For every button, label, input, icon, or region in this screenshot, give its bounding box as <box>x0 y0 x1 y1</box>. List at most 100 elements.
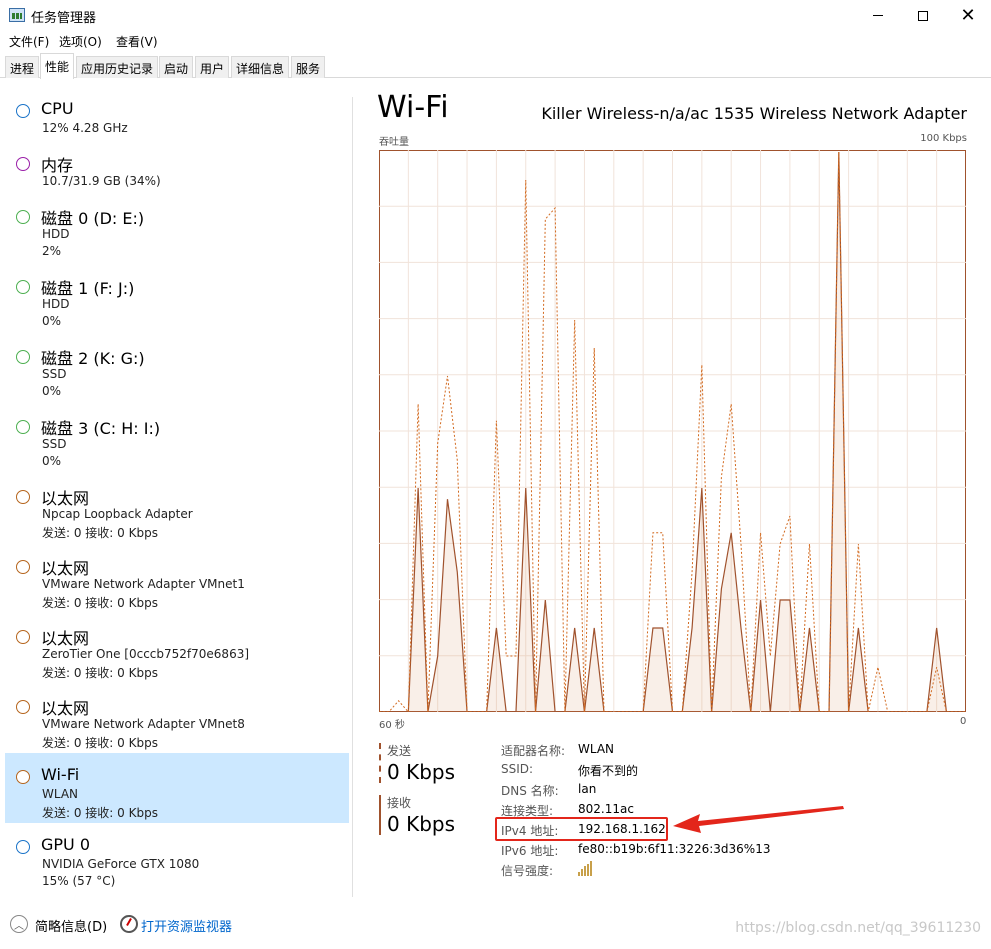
info-val-dns: lan <box>578 782 597 796</box>
info-val-adapter: WLAN <box>578 742 615 756</box>
axis-time-start: 60 秒 <box>379 720 405 731</box>
graph-thumbnail-icon <box>16 157 30 171</box>
info-key-dns: DNS 名称: <box>501 784 559 798</box>
minimize-icon <box>873 15 883 16</box>
sidebar-item-subtitle: Npcap Loopback Adapter <box>42 507 193 521</box>
sidebar-item[interactable]: 磁盘 1 (F: J:) HDD 0% <box>5 263 349 333</box>
page-title: Wi-Fi <box>377 90 449 125</box>
sidebar-item-detail: 0% <box>42 454 62 468</box>
open-resource-monitor-link[interactable]: 打开资源监视器 <box>141 916 232 935</box>
maximize-icon <box>918 10 928 21</box>
tab-details[interactable]: 详细信息 <box>231 56 290 78</box>
sidebar-item-title: 磁盘 2 (K: G:) <box>41 349 145 368</box>
signal-strength-icon <box>578 861 592 876</box>
sidebar-item-title: 内存 <box>41 156 74 175</box>
watermark: https://blog.csdn.net/qq_39611230 <box>735 920 981 936</box>
ipv4-highlight-box <box>495 817 668 841</box>
title-bar: 任务管理器 ✕ <box>0 0 991 31</box>
brief-info-button[interactable]: 简略信息(D) <box>35 916 107 935</box>
sidebar-item-subtitle: SSD <box>42 367 67 381</box>
info-val-conn-type: 802.11ac <box>578 802 634 816</box>
recv-label: 接收 <box>387 796 412 810</box>
graph-thumbnail-icon <box>16 490 30 504</box>
graph-thumbnail-icon <box>16 840 30 854</box>
info-key-adapter: 适配器名称: <box>501 744 566 758</box>
send-label: 发送 <box>387 744 412 758</box>
info-val-ipv6: fe80::b19b:6f11:3226:3d36%13 <box>578 842 771 856</box>
sidebar-divider <box>352 97 353 897</box>
resource-monitor-icon <box>120 915 138 933</box>
info-key-signal: 信号强度: <box>501 864 554 878</box>
sidebar-item[interactable]: 以太网 Npcap Loopback Adapter 发送: 0 接收: 0 Kbp… <box>5 473 349 543</box>
tab-users[interactable]: 用户 <box>195 56 230 78</box>
sidebar-item-subtitle: 10.7/31.9 GB (34%) <box>42 174 161 188</box>
sidebar-item-detail: 2% <box>42 244 62 258</box>
sidebar-item[interactable]: 以太网 VMware Network Adapter VMnet1 发送: 0 接收… <box>5 543 349 613</box>
graph-thumbnail-icon <box>16 210 30 224</box>
recv-value: 0 Kbps <box>387 812 456 836</box>
close-button[interactable]: ✕ <box>945 0 991 31</box>
sidebar-item[interactable]: GPU 0 NVIDIA GeForce GTX 1080 15% (57 °C) <box>5 823 349 893</box>
menu-bar: 文件(F) 选项(O) 查看(V) <box>0 31 991 51</box>
sidebar-item[interactable]: 磁盘 3 (C: H: I:) SSD 0% <box>5 403 349 473</box>
sidebar-item-subtitle: HDD <box>42 297 70 311</box>
sidebar-item-subtitle: WLAN <box>42 787 79 801</box>
minimize-button[interactable] <box>855 0 901 31</box>
sidebar-item[interactable]: 以太网 ZeroTier One [0cccb752f70e6863] 发送: 0 … <box>5 613 349 683</box>
menu-file[interactable]: 文件(F) <box>9 33 49 50</box>
tab-startup[interactable]: 启动 <box>159 56 194 78</box>
sidebar-item-title: 磁盘 3 (C: H: I:) <box>41 419 161 438</box>
info-key-ssid: SSID: <box>501 762 534 776</box>
menu-view[interactable]: 查看(V) <box>116 33 158 50</box>
sidebar-item[interactable]: Wi-Fi WLAN 发送: 0 接收: 0 Kbps <box>5 753 349 823</box>
window-title: 任务管理器 <box>31 11 97 26</box>
graph-thumbnail-icon <box>16 420 30 434</box>
close-icon: ✕ <box>960 4 976 26</box>
sidebar-item-title: 以太网 <box>41 699 90 718</box>
graph-thumbnail-icon <box>16 280 30 294</box>
info-key-ipv6: IPv6 地址: <box>501 844 559 858</box>
tab-performance[interactable]: 性能 <box>40 53 75 79</box>
throughput-chart <box>379 150 966 712</box>
recv-legend-marker <box>379 795 381 835</box>
sidebar-item-detail: 发送: 0 接收: 0 Kbps <box>42 526 158 540</box>
menu-options[interactable]: 选项(O) <box>59 33 102 50</box>
send-legend-marker <box>379 743 381 783</box>
sidebar-item-subtitle: VMware Network Adapter VMnet1 <box>42 577 245 591</box>
tab-processes[interactable]: 进程 <box>5 56 40 78</box>
adapter-name: Killer Wireless-n/a/ac 1535 Wireless Net… <box>541 104 967 123</box>
chart-label-max: 100 Kbps <box>920 133 967 144</box>
annotation-arrow-icon <box>673 806 844 833</box>
sidebar-item-title: 以太网 <box>41 629 90 648</box>
sidebar-item-title: 以太网 <box>41 489 90 508</box>
sidebar-item-detail: 发送: 0 接收: 0 Kbps <box>42 666 158 680</box>
sidebar-item-subtitle: SSD <box>42 437 67 451</box>
tab-services[interactable]: 服务 <box>291 56 326 78</box>
tab-strip: 进程 性能 应用历史记录 启动 用户 详细信息 服务 <box>0 53 991 79</box>
sidebar-item-subtitle: HDD <box>42 227 70 241</box>
sidebar-item-subtitle: VMware Network Adapter VMnet8 <box>42 717 245 731</box>
collapse-chevron-icon[interactable]: ︿ <box>10 915 28 933</box>
graph-thumbnail-icon <box>16 350 30 364</box>
sidebar-item-title: Wi-Fi <box>41 765 80 784</box>
graph-thumbnail-icon <box>16 700 30 714</box>
sidebar-item-subtitle: NVIDIA GeForce GTX 1080 <box>42 857 200 871</box>
graph-thumbnail-icon <box>16 560 30 574</box>
tab-app-history[interactable]: 应用历史记录 <box>76 56 159 78</box>
sidebar-item-title: CPU <box>41 99 74 118</box>
chart-label-throughput: 吞吐量 <box>379 137 409 148</box>
sidebar-item-title: 磁盘 1 (F: J:) <box>41 279 135 298</box>
sidebar-item-title: 磁盘 0 (D: E:) <box>41 209 145 228</box>
sidebar-item-detail: 发送: 0 接收: 0 Kbps <box>42 806 158 820</box>
sidebar-item-detail: 发送: 0 接收: 0 Kbps <box>42 736 158 750</box>
sidebar-item[interactable]: 磁盘 2 (K: G:) SSD 0% <box>5 333 349 403</box>
resource-sidebar: CPU 12% 4.28 GHz 内存 10.7/31.9 GB (34%) 磁盘 0 … <box>0 80 352 900</box>
send-value: 0 Kbps <box>387 760 456 784</box>
sidebar-item-title: GPU 0 <box>41 835 91 854</box>
axis-time-end: 0 <box>960 716 967 727</box>
maximize-button[interactable] <box>900 0 946 31</box>
sidebar-item-subtitle: ZeroTier One [0cccb752f70e6863] <box>42 647 250 661</box>
sidebar-item[interactable]: 磁盘 0 (D: E:) HDD 2% <box>5 193 349 263</box>
sidebar-item[interactable]: 以太网 VMware Network Adapter VMnet8 发送: 0 接收… <box>5 683 349 753</box>
graph-thumbnail-icon <box>16 104 30 118</box>
